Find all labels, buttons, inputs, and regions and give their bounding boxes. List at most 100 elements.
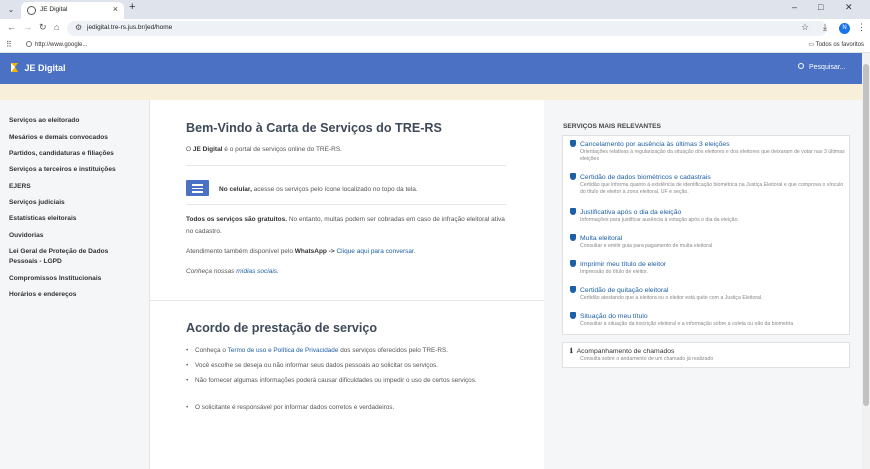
service-title: Certidão de quitação eleitoral [580, 287, 669, 294]
reload-icon[interactable]: ↻ [39, 22, 47, 33]
mobile-text: No celular, acesse os serviços pelo ícon… [219, 184, 418, 196]
all-bookmarks[interactable]: ▭ Todos os favoritos [808, 41, 864, 48]
service-desc: Informações para justificar ausência à v… [580, 217, 739, 223]
intro-pre: O [186, 146, 193, 153]
b1-pre: Conheça o [195, 347, 228, 354]
maximize-icon[interactable]: □ [818, 2, 823, 12]
service-title: Certidão de dados biométricos e cadastra… [580, 174, 711, 181]
whatsapp-text: Atendimento também disponível pelo Whats… [186, 246, 416, 258]
sidebar-item-ejers[interactable]: EJERS [9, 182, 31, 192]
sidebar-item-estatisticas[interactable]: Estatísticas eleitorais [9, 214, 76, 224]
tracking-desc: Consulta sobre o andamento de um chamado… [580, 356, 714, 362]
service-title: Imprimir meu título de eleitor [580, 261, 667, 268]
url-text: jedigital.tre-rs.jus.br/jed/home [87, 24, 173, 31]
social-text: Conheça nossas mídias sociais. [186, 266, 279, 278]
bookmarks-bar: ⠿ http://www.google... ▭ Todos os favori… [0, 38, 870, 53]
section-divider [150, 300, 544, 301]
tracking-title: Acompanhamento de chamados [576, 348, 675, 355]
service-desc: Impressão do título de eleitor. [580, 269, 649, 275]
service-title: Cancelamento por ausência às últimas 3 e… [580, 141, 730, 148]
relevant-title: SERVIÇOS MAIS RELEVANTES [563, 123, 661, 130]
agreement-item: Você escolhe se deseja ou não informar s… [186, 360, 506, 372]
service-item[interactable]: Situação do meu título Consultar a situa… [570, 312, 845, 328]
relevant-services-card: Cancelamento por ausência às últimas 3 e… [562, 135, 850, 335]
sidebar-item-judiciais[interactable]: Serviços judiciais [9, 198, 65, 208]
site-logo[interactable]: JE Digital [10, 62, 66, 73]
menu-dots-icon[interactable]: ⋮ [857, 22, 866, 33]
menu-hamburger-icon[interactable] [186, 180, 209, 196]
home-icon[interactable]: ⌂ [54, 22, 59, 32]
tab-search-icon[interactable]: ⌄ [4, 3, 18, 16]
profile-avatar[interactable]: N [839, 23, 850, 34]
sidebar: Serviços ao eleitorado Mesários e demais… [0, 100, 150, 469]
intro-post: é o portal de serviços online do TRE-RS. [222, 146, 342, 153]
free-services-text: Todos os serviços são gratuitos. No enta… [186, 214, 506, 237]
forward-icon[interactable]: → [23, 22, 32, 32]
sidebar-item-ouvidorias[interactable]: Ouvidorias [9, 231, 43, 241]
mobile-rest: acesse os serviços pelo ícone localizado… [251, 186, 418, 193]
globe-icon [26, 41, 32, 47]
sidebar-item-compromissos[interactable]: Compromissos Institucionais [9, 274, 101, 284]
browser-tab-strip: ⌄ JE Digital × + – □ ✕ [0, 0, 870, 19]
intro-bold: JE Digital [192, 146, 223, 153]
mobile-bold: No celular, [219, 186, 252, 193]
search-label: Pesquisar... [809, 64, 846, 71]
sidebar-item-lgpd[interactable]: Lei Geral de Proteção de Dados Pessoais … [9, 247, 129, 266]
b1-post: dos serviços oferecidos pelo TRE-RS. [338, 347, 449, 354]
back-icon[interactable]: ← [7, 22, 16, 32]
service-desc: Certidão que informa quanto à existência… [580, 182, 844, 196]
social-media-link[interactable]: mídias sociais [236, 268, 277, 275]
bookmark-google[interactable]: http://www.google... [26, 41, 87, 48]
address-bar[interactable]: ⚙ jedigital.tre-rs.jus.br/jed/home ☆ [67, 21, 827, 36]
service-title: Multa eleitoral [580, 235, 623, 242]
service-item[interactable]: Multa eleitoral Consultar e emitir guia … [570, 234, 845, 250]
agreement-item: O solicitante é responsável por informar… [186, 402, 506, 414]
service-item[interactable]: Certidão de quitação eleitoral Certidão … [570, 286, 845, 302]
service-item[interactable]: Imprimir meu título de eleitor Impressão… [570, 260, 845, 276]
close-tab-icon[interactable]: × [113, 4, 118, 14]
close-window-icon[interactable]: ✕ [845, 2, 853, 13]
shield-icon [570, 312, 576, 319]
divider [186, 165, 506, 166]
apps-grid-icon[interactable]: ⠿ [6, 40, 12, 49]
terms-link[interactable]: Termo de uso e Política de Privacidade [228, 347, 339, 354]
service-item[interactable]: Certidão de dados biométricos e cadastra… [570, 173, 845, 196]
sidebar-item-partidos[interactable]: Partidos, candidaturas e filiações [9, 149, 114, 159]
new-tab-icon[interactable]: + [129, 1, 135, 13]
minimize-icon[interactable]: – [792, 2, 797, 12]
shield-icon [570, 286, 576, 293]
whatsapp-link[interactable]: Clique aqui para conversar [336, 248, 413, 255]
download-icon[interactable]: ⤓ [823, 22, 827, 33]
site-info-icon[interactable]: ⚙ [75, 23, 82, 32]
bookmark-label: http://www.google... [35, 42, 88, 48]
browser-tab[interactable]: JE Digital × [21, 2, 124, 19]
service-item[interactable]: Cancelamento por ausência às últimas 3 e… [570, 140, 845, 163]
logo-icon [11, 63, 18, 72]
shield-icon [570, 260, 576, 267]
tab-title: JE Digital [40, 6, 68, 13]
sidebar-item-mesarios[interactable]: Mesários e demais convocados [9, 133, 108, 143]
wa-bold: WhatsApp -> [294, 248, 335, 255]
sidebar-item-horarios[interactable]: Horários e endereços [9, 290, 76, 300]
tracking-card: ℹ Acompanhamento de chamados Consulta sob… [562, 342, 850, 368]
globe-icon [27, 6, 36, 15]
folder-icon: ▭ [808, 42, 816, 48]
service-item[interactable]: Justificativa após o dia da eleição Info… [570, 208, 845, 224]
social-post: . [277, 268, 279, 275]
bookmark-star-icon[interactable]: ☆ [801, 22, 809, 33]
service-title: Situação do meu título [580, 313, 648, 320]
tracking-item[interactable]: ℹ Acompanhamento de chamados Consulta sob… [570, 347, 845, 363]
sidebar-item-eleitorado[interactable]: Serviços ao eleitorado [9, 116, 79, 126]
scrollbar[interactable] [862, 53, 870, 469]
divider [186, 204, 506, 205]
all-bookmarks-label: Todos os favoritos [815, 42, 864, 48]
service-desc: Certidão atestando que a eleitora ou o e… [580, 295, 763, 301]
sidebar-item-terceiros[interactable]: Serviços a terceiros e instituições [9, 165, 116, 175]
shield-icon [570, 140, 576, 147]
shield-icon [570, 234, 576, 241]
service-desc: Orientações relativas à regularização da… [580, 149, 845, 163]
scrollbar-thumb[interactable] [863, 64, 869, 406]
search-button[interactable]: Pesquisar... [798, 63, 846, 71]
intro-text: O JE Digital é o portal de serviços onli… [186, 144, 342, 156]
social-pre: Conheça nossas [186, 268, 237, 275]
